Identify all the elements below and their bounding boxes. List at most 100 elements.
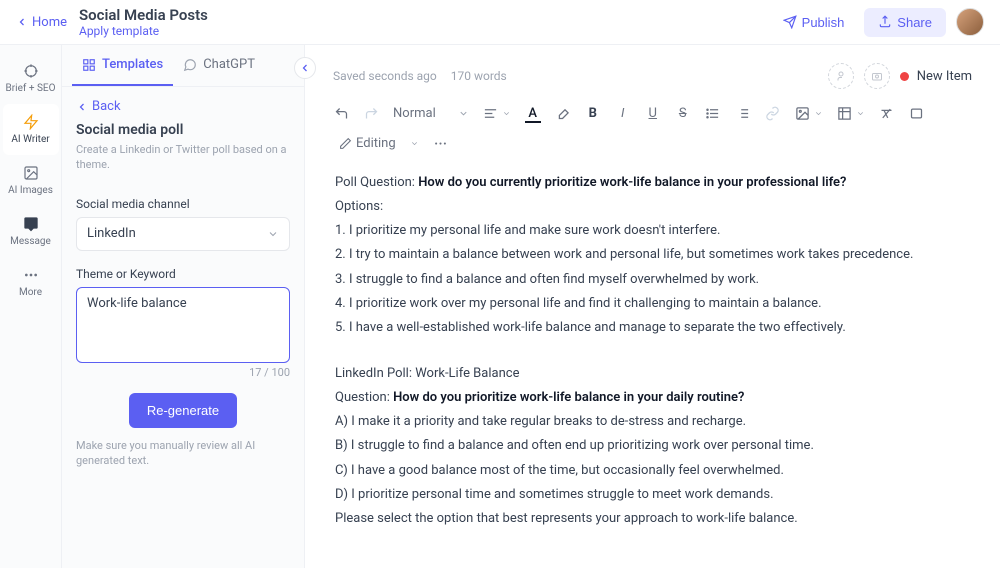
align-select[interactable] <box>483 106 511 121</box>
style-label: Normal <box>393 106 436 121</box>
underline-button[interactable]: U <box>645 105 661 121</box>
link-button[interactable] <box>765 105 781 121</box>
table-icon <box>837 106 852 121</box>
poll-heading: LinkedIn Poll: Work-Life Balance <box>335 364 970 384</box>
option-item: D) I prioritize personal time and someti… <box>335 485 970 505</box>
template-panel: Templates ChatGPT Back Social media poll… <box>62 45 305 568</box>
new-item-label: New Item <box>917 69 972 84</box>
char-count: 17 / 100 <box>76 366 290 379</box>
italic-button[interactable]: I <box>615 105 631 121</box>
channel-value: LinkedIn <box>87 226 136 241</box>
regenerate-button[interactable]: Re-generate <box>129 393 237 428</box>
editing-mode-select[interactable]: Editing <box>339 136 419 151</box>
home-link[interactable]: Home <box>16 15 67 30</box>
numbered-list-button[interactable] <box>735 105 751 121</box>
option-item: 4. I prioritize work over my personal li… <box>335 294 970 314</box>
add-collaborator-button[interactable] <box>828 63 854 89</box>
editor-topbar: Saved seconds ago 170 words New Item <box>305 45 1000 99</box>
redo-icon <box>364 106 379 121</box>
option-item: B) I struggle to find a balance and ofte… <box>335 436 970 456</box>
rail-item-brief-seo[interactable]: Brief + SEO <box>3 53 59 104</box>
bold-button[interactable]: B <box>585 105 601 121</box>
rail-label: Message <box>10 236 51 247</box>
camera-icon <box>871 70 883 82</box>
option-item: 2. I try to maintain a balance between w… <box>335 245 970 265</box>
collapse-panel-button[interactable] <box>294 57 316 79</box>
strike-button[interactable]: S <box>675 105 691 121</box>
more-icon <box>23 267 39 283</box>
poll-cta: Please select the option that best repre… <box>335 509 970 529</box>
add-attachment-button[interactable] <box>864 63 890 89</box>
avatar[interactable] <box>956 8 984 36</box>
highlight-button[interactable] <box>555 105 571 121</box>
rail-item-more[interactable]: More <box>3 257 59 308</box>
saved-status: Saved seconds ago <box>333 69 437 83</box>
apply-template-link[interactable]: Apply template <box>79 24 208 38</box>
send-icon <box>783 15 797 29</box>
undo-icon <box>334 106 349 121</box>
tab-templates[interactable]: Templates <box>72 45 173 86</box>
highlight-icon <box>555 106 570 121</box>
share-label: Share <box>897 15 932 30</box>
chevron-down-icon <box>814 109 823 118</box>
q-prefix: Question: <box>335 390 393 405</box>
panel-tabs: Templates ChatGPT <box>62 45 304 87</box>
chevron-down-icon <box>458 108 469 119</box>
chat-icon <box>183 58 197 72</box>
chevron-left-icon <box>76 101 88 113</box>
document-body[interactable]: Poll Question: How do you currently prio… <box>305 165 1000 568</box>
mode-label: Editing <box>356 136 396 151</box>
app-header: Home Social Media Posts Apply template P… <box>0 0 1000 45</box>
bullet-list-button[interactable] <box>705 105 721 121</box>
theme-input[interactable] <box>76 287 290 363</box>
paragraph-style-select[interactable]: Normal <box>393 106 469 121</box>
code-button[interactable] <box>909 105 925 121</box>
rail-label: AI Images <box>8 185 53 196</box>
font-color-button[interactable]: A <box>525 105 541 121</box>
new-item-indicator[interactable]: New Item <box>900 69 972 84</box>
rail-label: AI Writer <box>11 134 49 145</box>
redo-button[interactable] <box>363 105 379 121</box>
template-title: Social media poll <box>76 122 290 138</box>
page-title: Social Media Posts <box>79 6 208 24</box>
chevron-left-icon <box>299 62 311 74</box>
pencil-icon <box>339 137 352 150</box>
bullet-list-icon <box>705 106 720 121</box>
option-item: 3. I struggle to find a balance and ofte… <box>335 270 970 290</box>
channel-select[interactable]: LinkedIn <box>76 217 290 251</box>
rail-item-message[interactable]: Message <box>3 206 59 257</box>
chevron-down-icon <box>410 139 419 148</box>
numbered-list-icon <box>735 106 750 121</box>
editor-area: Saved seconds ago 170 words New Item Nor… <box>305 45 1000 568</box>
chevron-left-icon <box>16 16 28 28</box>
theme-label: Theme or Keyword <box>76 267 290 281</box>
back-link[interactable]: Back <box>62 87 304 122</box>
options-label: Options: <box>335 197 970 217</box>
header-actions: Publish Share <box>773 8 984 37</box>
option-item: 5. I have a well-established work-life b… <box>335 318 970 338</box>
templates-icon <box>82 58 96 72</box>
editor-toolbar: Normal A B I U S Editing <box>305 99 1000 165</box>
more-toolbar-button[interactable] <box>433 135 449 151</box>
share-button[interactable]: Share <box>864 8 946 37</box>
q-text: How do you currently prioritize work-lif… <box>418 175 846 190</box>
rail-item-ai-images[interactable]: AI Images <box>3 155 59 206</box>
poll-section-1: Poll Question: How do you currently prio… <box>335 173 970 338</box>
option-item: 1. I prioritize my personal life and mak… <box>335 221 970 241</box>
link-icon <box>765 106 780 121</box>
image-insert-select[interactable] <box>795 106 823 121</box>
tab-chatgpt[interactable]: ChatGPT <box>173 45 265 86</box>
upload-icon <box>878 15 892 29</box>
undo-button[interactable] <box>333 105 349 121</box>
clear-format-button[interactable] <box>879 105 895 121</box>
channel-label: Social media channel <box>76 197 290 211</box>
word-count: 170 words <box>451 69 507 83</box>
option-item: A) I make it a priority and take regular… <box>335 412 970 432</box>
table-insert-select[interactable] <box>837 106 865 121</box>
tab-label: ChatGPT <box>203 57 255 72</box>
rail-item-ai-writer[interactable]: AI Writer <box>3 104 59 155</box>
helper-text: Make sure you manually review all AI gen… <box>76 438 290 469</box>
chevron-down-icon <box>502 109 511 118</box>
publish-button[interactable]: Publish <box>773 9 855 36</box>
q-prefix: Poll Question: <box>335 175 418 190</box>
